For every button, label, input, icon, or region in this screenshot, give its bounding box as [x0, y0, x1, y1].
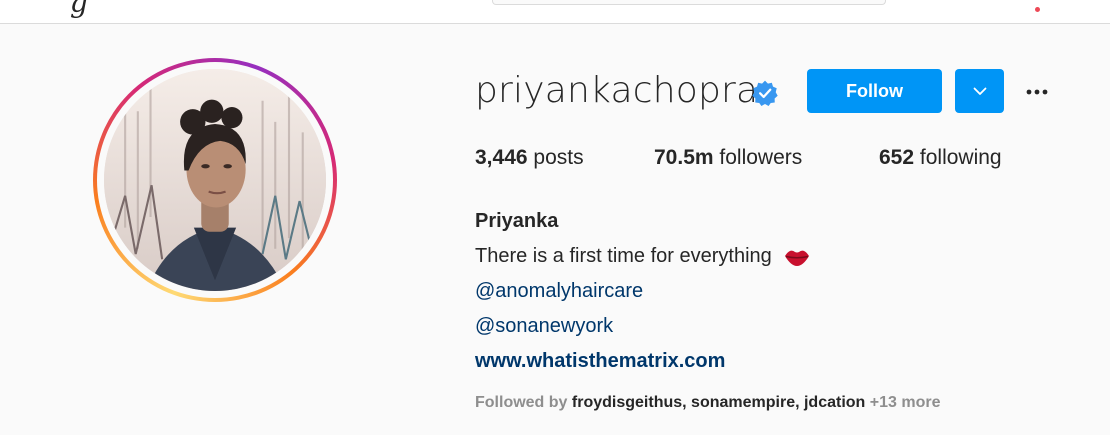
more-options-button[interactable] [1023, 78, 1051, 106]
followed-by-user[interactable]: froydisgeithus, [572, 394, 687, 411]
followed-by-user[interactable]: jdcation [804, 394, 865, 411]
bio-tagline: There is a first time for everything [475, 245, 772, 267]
profile-bio: Priyanka There is a first time for every… [475, 204, 811, 379]
notification-dot-icon [1035, 7, 1040, 12]
profile-display-name: Priyanka [475, 210, 559, 232]
followed-by-more[interactable]: +13 more [870, 394, 941, 411]
followers-link[interactable]: 70.5m followers [654, 146, 802, 170]
lips-emoji-icon [785, 250, 810, 266]
following-link[interactable]: 652 following [879, 146, 1002, 170]
follow-button[interactable]: Follow [807, 69, 942, 113]
posts-count: 3,446 posts [475, 146, 584, 170]
followers-count-label: followers [719, 146, 803, 169]
suggested-accounts-dropdown-button[interactable] [955, 69, 1004, 113]
chevron-down-icon [973, 87, 986, 95]
top-nav-bar: g [0, 0, 1110, 24]
bio-mention-sonanewyork[interactable]: @sonanewyork [475, 309, 811, 344]
followed-by-line[interactable]: Followed by froydisgeithus, sonamempire,… [475, 394, 941, 412]
more-options-icon [1026, 89, 1048, 95]
posts-count-value: 3,446 [475, 146, 528, 169]
following-count-value: 652 [879, 146, 915, 169]
profile-avatar-story-ring[interactable] [93, 58, 337, 302]
bio-mention-anomalyhaircare[interactable]: @anomalyhaircare [475, 274, 811, 309]
followers-count-value: 70.5m [654, 146, 714, 169]
bio-tagline-row: There is a first time for everything [475, 239, 811, 274]
bio-website-link[interactable]: www.whatisthematrix.com [475, 344, 811, 379]
following-count-label: following [919, 146, 1002, 169]
instagram-logo[interactable]: g [70, 0, 88, 19]
search-input[interactable] [492, 0, 886, 5]
verified-badge-icon [752, 80, 778, 106]
followed-by-user[interactable]: sonamempire, [691, 394, 799, 411]
profile-avatar [104, 69, 326, 291]
followed-by-prefix: Followed by [475, 394, 568, 411]
profile-username: priyankachopra [475, 70, 759, 111]
posts-count-label: posts [533, 146, 584, 169]
